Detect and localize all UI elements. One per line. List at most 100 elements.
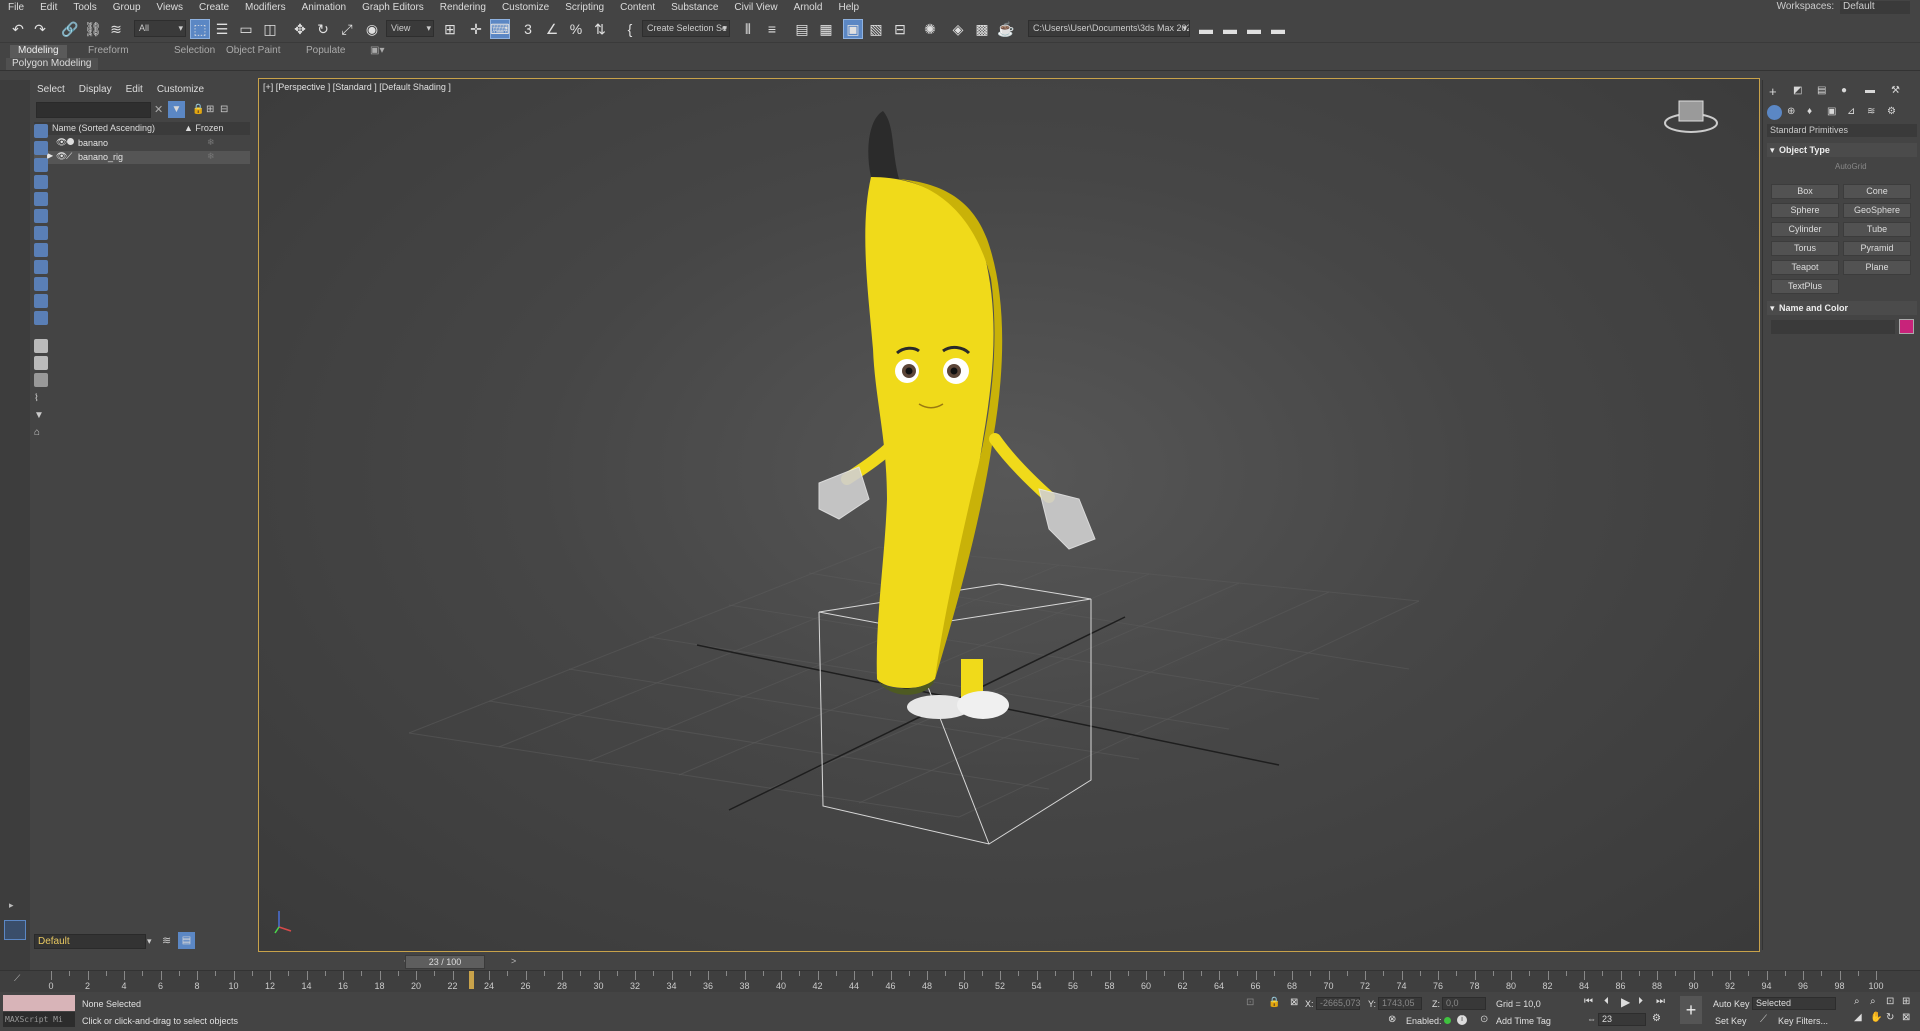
pan-view-icon[interactable]: ✋ bbox=[1870, 1012, 1882, 1023]
sphere-button[interactable]: Sphere bbox=[1771, 203, 1839, 218]
menu-arnold[interactable]: Arnold bbox=[786, 2, 831, 13]
key-filters-button[interactable]: Key Filters... bbox=[1778, 1016, 1828, 1026]
redo-icon[interactable]: ↷ bbox=[30, 19, 50, 39]
select-manipulate-icon[interactable]: ✛ bbox=[466, 19, 486, 39]
key-mode-toggle-icon[interactable]: ⇔ bbox=[1587, 1014, 1596, 1024]
layer-stack-icon[interactable]: ≋ bbox=[162, 934, 171, 947]
display-invert-icon[interactable] bbox=[34, 373, 48, 387]
menu-help[interactable]: Help bbox=[830, 2, 867, 13]
unlink-icon[interactable]: ⛓ bbox=[83, 19, 103, 39]
hierarchy-icon[interactable]: ⊞ bbox=[206, 104, 214, 115]
menu-content[interactable]: Content bbox=[612, 2, 663, 13]
geometry-icon[interactable] bbox=[1767, 105, 1782, 120]
undo-icon[interactable]: ↶ bbox=[8, 19, 28, 39]
display-children-icon[interactable]: ⌇ bbox=[34, 393, 48, 407]
display-cameras-icon[interactable] bbox=[34, 175, 48, 189]
perspective-viewport[interactable]: [+] [Perspective ] [Standard ] [Default … bbox=[258, 78, 1760, 952]
list-item[interactable]: 👁 banano ❄ bbox=[34, 137, 250, 150]
explorer-options-icon[interactable]: ⊟ bbox=[220, 104, 228, 115]
key-selection-dropdown[interactable]: Selected bbox=[1752, 997, 1836, 1010]
layer-explorer-icon[interactable]: ▦ bbox=[816, 19, 836, 39]
current-frame-field[interactable]: 23 bbox=[1598, 1013, 1646, 1026]
snaps-toggle-icon[interactable]: 3 bbox=[518, 19, 538, 39]
layer-explorer-toggle-icon[interactable]: ▤ bbox=[178, 932, 195, 949]
selection-filter-dropdown[interactable]: All bbox=[134, 20, 186, 37]
display-bones-icon[interactable] bbox=[34, 260, 48, 274]
column-name-header[interactable]: Name (Sorted Ascending) bbox=[52, 123, 155, 133]
align-icon[interactable]: ≡ bbox=[762, 19, 782, 39]
material-editor-icon[interactable]: ✺ bbox=[920, 19, 940, 39]
visibility-icon[interactable]: 👁 bbox=[56, 137, 67, 148]
display-all-icon[interactable] bbox=[34, 339, 48, 353]
motion-tab-icon[interactable]: ● bbox=[1841, 85, 1847, 96]
adaptive-degradation-icon[interactable]: ⊗ bbox=[1388, 1014, 1396, 1025]
filter-icon[interactable]: ▼ bbox=[168, 101, 185, 118]
modify-tab-icon[interactable]: ◩ bbox=[1793, 85, 1802, 96]
schematic-view-icon[interactable]: ⊟ bbox=[890, 19, 910, 39]
menu-views[interactable]: Views bbox=[149, 2, 192, 13]
zoom-extents-all-icon[interactable]: ⊞ bbox=[1902, 996, 1910, 1007]
time-tag-icon[interactable]: ⊙ bbox=[1480, 1014, 1488, 1025]
primitive-category-dropdown[interactable]: Standard Primitives bbox=[1767, 124, 1917, 137]
current-frame-marker[interactable] bbox=[468, 971, 474, 989]
edit-named-selection-icon[interactable]: { bbox=[620, 19, 640, 39]
x-coordinate-field[interactable]: -2665,073 bbox=[1316, 997, 1361, 1010]
enabled-indicator[interactable] bbox=[1444, 1017, 1451, 1024]
next-frame-icon[interactable]: ⏵ bbox=[1638, 996, 1643, 1007]
freeze-icon[interactable]: ❄ bbox=[207, 151, 215, 162]
display-geometry-icon[interactable] bbox=[34, 124, 48, 138]
scale-icon[interactable]: ⤢ bbox=[337, 19, 357, 39]
object-type-rollout[interactable]: Object Type bbox=[1767, 143, 1917, 157]
display-frozen-icon[interactable] bbox=[34, 294, 48, 308]
pyramid-button[interactable]: Pyramid bbox=[1843, 241, 1911, 256]
link-icon[interactable]: 🔗 bbox=[60, 19, 80, 39]
shapes-icon[interactable]: ⊕ bbox=[1787, 106, 1795, 117]
display-tab-icon[interactable]: ▬ bbox=[1865, 85, 1875, 96]
time-slider-thumb[interactable]: 23 / 100 bbox=[405, 955, 485, 969]
move-icon[interactable]: ✥ bbox=[290, 19, 310, 39]
go-to-start-icon[interactable]: ⏮ bbox=[1584, 996, 1593, 1007]
zoom-icon[interactable]: ⌕ bbox=[1854, 996, 1860, 1007]
workspace-value[interactable]: Default bbox=[1840, 1, 1910, 14]
object-color-swatch[interactable] bbox=[1899, 319, 1914, 334]
curve-editor-icon[interactable]: ▧ bbox=[866, 19, 886, 39]
scene-explorer-icon[interactable]: ▤ bbox=[792, 19, 812, 39]
time-configuration-icon[interactable]: ⚙ bbox=[1652, 1013, 1661, 1024]
name-and-color-rollout[interactable]: Name and Color bbox=[1767, 301, 1917, 315]
time-slider[interactable]: < 23 / 100 > bbox=[258, 954, 1760, 970]
render-setup-icon[interactable]: ◈ bbox=[948, 19, 968, 39]
freeze-icon[interactable]: ❄ bbox=[207, 137, 215, 148]
cameras-icon[interactable]: ▣ bbox=[1827, 106, 1836, 117]
named-selection-sets-dropdown[interactable]: Create Selection Se bbox=[642, 20, 730, 37]
project-settings-icon[interactable]: ▬ bbox=[1244, 19, 1264, 39]
select-object-icon[interactable]: ⬚ bbox=[190, 19, 210, 39]
cylinder-button[interactable]: Cylinder bbox=[1771, 222, 1839, 237]
reference-coordinate-dropdown[interactable]: View bbox=[386, 20, 434, 37]
textplus-button[interactable]: TextPlus bbox=[1771, 279, 1839, 294]
project-folder-icon[interactable]: ▬ bbox=[1196, 19, 1216, 39]
create-project-icon[interactable]: ▬ bbox=[1220, 19, 1240, 39]
systems-icon[interactable]: ⚙ bbox=[1887, 106, 1896, 117]
previous-frame-icon[interactable]: ⏴ bbox=[1604, 996, 1609, 1007]
ribbon-options-icon[interactable]: ▣▾ bbox=[362, 45, 392, 58]
go-to-end-icon[interactable]: ⏭ bbox=[1656, 996, 1665, 1007]
display-layers-icon[interactable]: ⌂ bbox=[34, 427, 48, 441]
explorer-menu-select[interactable]: Select bbox=[30, 84, 72, 98]
y-coordinate-field[interactable]: 1743,05 bbox=[1378, 997, 1422, 1010]
keyboard-shortcut-override-icon[interactable]: ⌨ bbox=[490, 19, 510, 39]
menu-edit[interactable]: Edit bbox=[32, 2, 65, 13]
rect-selection-icon[interactable]: ▭ bbox=[236, 19, 256, 39]
menu-substance[interactable]: Substance bbox=[663, 2, 726, 13]
explorer-search-input[interactable] bbox=[36, 102, 151, 118]
menu-group[interactable]: Group bbox=[105, 2, 149, 13]
helpers-icon[interactable]: ⊿ bbox=[1847, 106, 1855, 117]
default-tangents-icon[interactable]: ⟋ bbox=[1760, 1014, 1767, 1025]
menu-modifiers[interactable]: Modifiers bbox=[237, 2, 294, 13]
select-by-name-icon[interactable]: ☰ bbox=[212, 19, 232, 39]
auto-key-button[interactable]: Auto Key bbox=[1713, 999, 1750, 1009]
explorer-menu-edit[interactable]: Edit bbox=[119, 84, 150, 98]
tab-modeling[interactable]: Modeling bbox=[10, 45, 67, 58]
menu-animation[interactable]: Animation bbox=[294, 2, 354, 13]
menu-rendering[interactable]: Rendering bbox=[432, 2, 494, 13]
object-name-input[interactable] bbox=[1771, 320, 1895, 334]
